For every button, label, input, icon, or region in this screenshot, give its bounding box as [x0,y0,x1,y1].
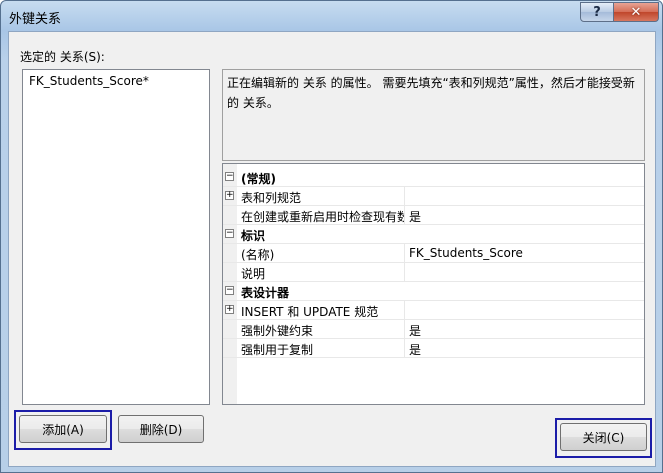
close-dialog-button[interactable]: 关闭(C) [560,423,647,451]
property-row[interactable]: (名称) FK_Students_Score [223,244,644,263]
property-row[interactable]: 说明 [223,263,644,282]
relationship-description: 正在编辑新的 关系 的属性。 需要先填充“表和列规范”属性，然后才能接受新的 关… [222,69,645,161]
property-value[interactable]: 是 [404,206,644,224]
property-label: (名称) [241,248,275,262]
help-button[interactable]: ? [580,2,614,22]
property-category-label: (常规) [241,172,276,186]
property-grid[interactable]: − (常规) + 表和列规范 在创建或重新启用时检查现有数是 − 标识 (名称) FK_Stud… [222,163,645,405]
dialog-client-area: 选定的 关系(S): FK_Students_Score* 正在编辑新的 关系 … [8,31,656,467]
relationship-list-item[interactable]: FK_Students_Score* [26,73,152,89]
property-category-label: 标识 [241,229,266,243]
property-row[interactable]: 强制外键约束 是 [223,320,644,339]
property-value[interactable] [404,263,644,281]
property-row[interactable]: 在创建或重新启用时检查现有数是 [223,206,644,225]
property-value[interactable]: 是 [404,320,644,338]
property-label: 表和列规范 [241,191,302,205]
property-row[interactable]: 强制用于复制 是 [223,339,644,358]
property-category-row[interactable]: − 表设计器 [223,282,644,301]
property-value[interactable] [404,301,644,319]
property-value[interactable]: 是 [404,339,644,357]
selected-relationship-label: 选定的 关系(S): [20,50,105,64]
close-icon: ✕ [630,4,642,20]
collapse-icon[interactable]: − [225,229,234,238]
expand-icon[interactable]: + [225,305,234,314]
property-label: INSERT 和 UPDATE 规范 [241,305,379,319]
collapse-icon[interactable]: − [225,172,234,181]
property-label: 在创建或重新启用时检查现有数 [241,210,404,224]
property-label: 强制用于复制 [241,343,314,357]
property-value[interactable]: FK_Students_Score [404,244,644,262]
delete-button[interactable]: 删除(D) [118,415,204,443]
foreign-key-dialog: 外键关系 ? ✕ 选定的 关系(S): FK_Students_Score* 正… [0,0,663,473]
add-button[interactable]: 添加(A) [19,415,107,443]
property-category-row[interactable]: − 标识 [223,225,644,244]
property-label: 强制外键约束 [241,324,314,338]
collapse-icon[interactable]: − [225,286,234,295]
help-icon: ? [593,4,601,20]
property-row[interactable]: + INSERT 和 UPDATE 规范 [223,301,644,320]
window-close-button[interactable]: ✕ [613,2,659,22]
expand-icon[interactable]: + [225,191,234,200]
title-bar[interactable]: 外键关系 ? ✕ [1,1,662,31]
window-title: 外键关系 [9,12,62,27]
property-category-row[interactable]: − (常规) [223,168,644,187]
relationship-list[interactable]: FK_Students_Score* [22,69,210,405]
property-row[interactable]: + 表和列规范 [223,187,644,206]
property-category-label: 表设计器 [241,286,290,300]
property-value[interactable] [404,187,644,205]
property-label: 说明 [241,267,266,281]
